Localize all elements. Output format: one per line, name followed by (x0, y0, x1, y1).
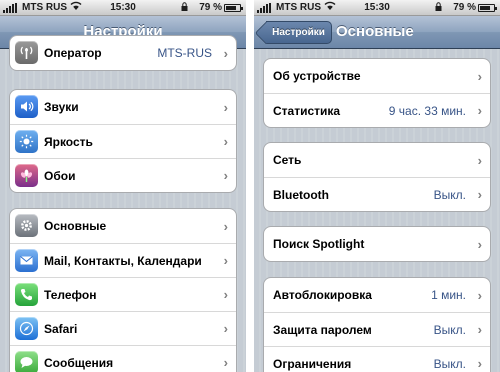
back-button-label: Настройки (272, 27, 325, 38)
chevron-right-icon: › (477, 356, 482, 371)
chevron-right-icon: › (223, 287, 228, 302)
chevron-right-icon: › (477, 187, 482, 202)
lock-icon (435, 2, 442, 11)
chevron-right-icon: › (477, 287, 482, 303)
settings-row-bluetooth[interactable]: Bluetooth Выкл. › (264, 177, 490, 211)
phone-icon (15, 283, 38, 306)
battery-percent: 79 % (453, 2, 476, 13)
sun-icon (15, 130, 38, 153)
page-title: Основные (336, 23, 414, 40)
gear-icon (15, 214, 38, 237)
chevron-right-icon: › (223, 168, 228, 183)
chevron-right-icon: › (477, 103, 482, 118)
chevron-right-icon: › (223, 99, 228, 115)
settings-row-label: Safari (44, 321, 78, 336)
settings-group-carrier: Оператор MTS-RUS › (9, 35, 237, 71)
settings-row-auto-lock[interactable]: Автоблокировка 1 мин. › (264, 278, 490, 312)
settings-row-network[interactable]: Сеть › (264, 143, 490, 177)
status-bar: MTS RUS 15:30 79 % (254, 0, 500, 16)
settings-row-usage[interactable]: Статистика 9 час. 33 мин. › (264, 93, 490, 127)
settings-row-about[interactable]: Об устройстве › (264, 59, 490, 93)
settings-row-value: 9 час. 33 мин. (388, 103, 466, 118)
chat-bubble-icon (15, 351, 38, 372)
settings-row-value: Выкл. (433, 187, 466, 202)
settings-row-value: MTS-RUS (157, 46, 212, 60)
settings-row-label: Защита паролем (273, 322, 372, 337)
settings-row-phone[interactable]: Телефон › (10, 277, 236, 311)
settings-row-label: Звуки (44, 100, 79, 114)
settings-row-value: Выкл. (433, 322, 466, 337)
settings-group-sounds: Звуки › Яркость › Обои › (9, 89, 237, 193)
settings-row-label: Сеть (273, 153, 302, 167)
settings-row-general[interactable]: Основные › (10, 209, 236, 243)
settings-row-label: Телефон (44, 287, 97, 302)
settings-row-label: Оператор (44, 46, 102, 60)
settings-row-label: Яркость (44, 134, 93, 149)
back-button[interactable]: Настройки (266, 21, 332, 44)
chevron-right-icon: › (477, 152, 482, 168)
settings-row-label: Основные (44, 219, 107, 233)
settings-row-value: 1 мин. (431, 288, 466, 302)
chevron-right-icon: › (477, 236, 482, 252)
lock-icon (181, 2, 188, 11)
settings-row-safari[interactable]: Safari › (10, 311, 236, 345)
settings-row-passcode-lock[interactable]: Защита паролем Выкл. › (264, 312, 490, 346)
settings-row-wallpaper[interactable]: Обои › (10, 158, 236, 192)
general-settings-screen: MTS RUS 15:30 79 % Настройки Основные Об… (254, 0, 500, 372)
settings-row-value: Выкл. (433, 356, 466, 371)
status-bar: MTS RUS 15:30 79 % (0, 0, 246, 16)
chevron-right-icon: › (477, 322, 482, 337)
settings-row-label: Mail, Контакты, Календари (44, 253, 202, 268)
navigation-bar: Настройки Основные (254, 16, 500, 49)
settings-row-mail[interactable]: Mail, Контакты, Календари › (10, 243, 236, 277)
speaker-icon (15, 95, 38, 118)
settings-row-label: Автоблокировка (273, 288, 372, 302)
envelope-icon (15, 249, 38, 272)
chevron-right-icon: › (477, 68, 482, 84)
chevron-right-icon: › (223, 134, 228, 149)
battery-fill (480, 6, 490, 10)
chevron-right-icon: › (223, 355, 228, 370)
battery-icon (478, 4, 497, 12)
flower-icon (15, 164, 38, 187)
settings-row-operator[interactable]: Оператор MTS-RUS › (10, 36, 236, 70)
settings-row-sounds[interactable]: Звуки › (10, 90, 236, 124)
settings-group-security: Автоблокировка 1 мин. › Защита паролем В… (263, 277, 491, 372)
settings-row-brightness[interactable]: Яркость › (10, 124, 236, 158)
settings-row-label: Сообщения (44, 355, 114, 370)
settings-group-apps: Основные › Mail, Контакты, Календари › Т… (9, 208, 237, 372)
chevron-right-icon: › (223, 218, 228, 234)
chevron-right-icon: › (223, 45, 228, 61)
settings-group-about: Об устройстве › Статистика 9 час. 33 мин… (263, 58, 491, 128)
chevron-right-icon: › (223, 253, 228, 268)
settings-row-label: Статистика (273, 103, 341, 118)
settings-row-label: Поиск Spotlight (273, 237, 365, 251)
settings-screen: MTS RUS 15:30 79 % Настройки Оператор MT… (0, 0, 246, 372)
battery-icon (224, 4, 243, 12)
settings-row-label: Ограничения (273, 356, 352, 371)
battery-percent: 79 % (199, 2, 222, 13)
compass-icon (15, 317, 38, 340)
settings-row-spotlight[interactable]: Поиск Spotlight › (264, 227, 490, 261)
battery-fill (226, 6, 236, 10)
settings-group-spotlight: Поиск Spotlight › (263, 226, 491, 262)
settings-group-network: Сеть › Bluetooth Выкл. › (263, 142, 491, 212)
settings-row-label: Bluetooth (273, 187, 329, 202)
settings-row-label: Обои (44, 168, 76, 183)
settings-row-restrictions[interactable]: Ограничения Выкл. › (264, 346, 490, 372)
chevron-right-icon: › (223, 321, 228, 336)
settings-row-messages[interactable]: Сообщения › (10, 345, 236, 372)
settings-row-label: Об устройстве (273, 69, 361, 83)
antenna-icon (15, 41, 38, 64)
